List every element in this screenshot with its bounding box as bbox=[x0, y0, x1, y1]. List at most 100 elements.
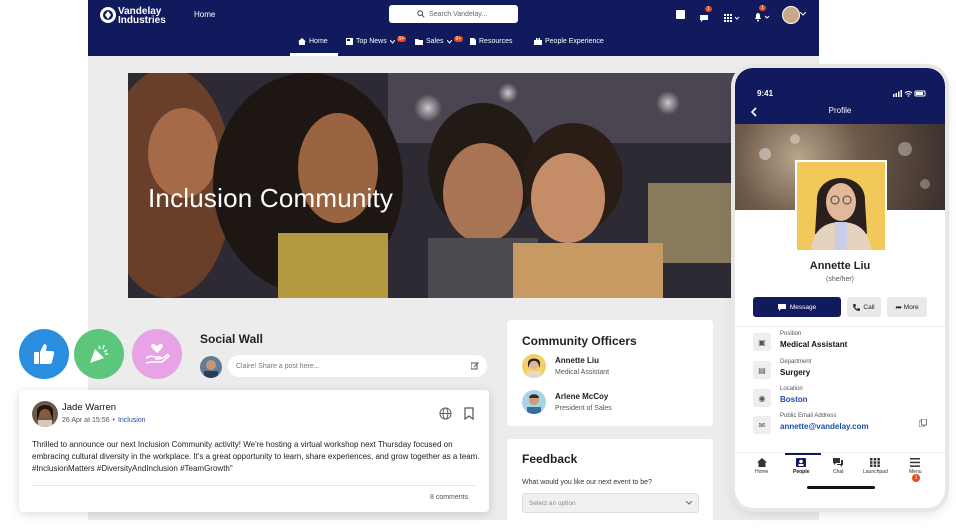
post-author-name[interactable]: Jade Warren bbox=[62, 402, 116, 413]
post-comments-count[interactable]: 8 comments bbox=[430, 494, 468, 501]
edit-icon[interactable] bbox=[471, 362, 479, 370]
nav-badge: 9+ bbox=[396, 35, 407, 42]
composer-placeholder: Claire! Share a post here... bbox=[236, 362, 320, 370]
folder-icon bbox=[415, 39, 423, 45]
people-icon bbox=[796, 458, 807, 467]
chat-badge: 1 bbox=[705, 6, 712, 12]
notifications-bell-icon[interactable]: 1 bbox=[754, 5, 770, 27]
post-body: Thrilled to announce our next Inclusion … bbox=[32, 440, 480, 473]
call-button-label: Call bbox=[863, 303, 875, 311]
nav-item-resources[interactable]: Resources bbox=[470, 38, 512, 45]
user-avatar[interactable] bbox=[782, 6, 800, 24]
field-label: Public Email Address bbox=[780, 413, 837, 419]
feedback-select[interactable]: Select an option bbox=[522, 493, 699, 513]
brand-logo-icon[interactable] bbox=[100, 7, 116, 23]
field-label: Department bbox=[780, 359, 812, 365]
profile-pronouns: (she/her) bbox=[825, 276, 854, 283]
nav-item-sales[interactable]: Sales 9+ bbox=[415, 35, 464, 45]
more-button[interactable]: ••• More bbox=[887, 297, 927, 317]
nav-badge: 9+ bbox=[453, 35, 464, 42]
nav-item-top-news[interactable]: Top News 9+ bbox=[346, 35, 407, 45]
heart-hand-icon bbox=[145, 343, 170, 364]
field-label: Location bbox=[780, 386, 803, 392]
officer-name[interactable]: Arlene McCoy bbox=[555, 392, 608, 401]
top-bar: Vandelay Industries Home Search Vandelay… bbox=[88, 0, 819, 32]
nav-label: Sales bbox=[426, 38, 444, 45]
tab-label: People bbox=[793, 469, 810, 475]
building-icon: ▤ bbox=[753, 361, 771, 379]
officer-avatar[interactable] bbox=[522, 390, 546, 414]
hero-title: Inclusion Community bbox=[148, 183, 394, 213]
celebrate-reaction-button[interactable] bbox=[74, 329, 124, 379]
home-indicator bbox=[807, 486, 875, 489]
post-community-link[interactable]: Inclusion bbox=[118, 417, 146, 424]
email-link[interactable]: annette@vandelay.com bbox=[780, 422, 869, 431]
contacts-icon[interactable] bbox=[676, 10, 685, 19]
briefcase-icon: ▣ bbox=[753, 333, 771, 351]
chevron-down-icon bbox=[446, 39, 452, 44]
apps-grid-icon bbox=[870, 458, 881, 467]
divider bbox=[735, 326, 945, 327]
bookmark-icon[interactable] bbox=[464, 407, 474, 420]
phone-time: 9:41 bbox=[757, 89, 774, 98]
officer-role: President of Sales bbox=[555, 405, 612, 412]
tab-launchpad[interactable]: Launchpad bbox=[863, 458, 888, 475]
chat-icon[interactable]: 1 bbox=[699, 6, 712, 22]
profile-photo[interactable] bbox=[795, 160, 887, 252]
feedback-card: Feedback What would you like our next ev… bbox=[507, 439, 713, 520]
mobile-profile-phone: 9:41 Profile Annette Liu (she/her) Messa… bbox=[735, 68, 945, 508]
phone-header-title: Profile bbox=[828, 106, 852, 115]
post-author-avatar[interactable] bbox=[32, 401, 58, 427]
post-timestamp: 26 Apr at 15:56 bbox=[62, 417, 110, 424]
nav-item-home[interactable]: Home bbox=[298, 38, 328, 45]
location-link[interactable]: Boston bbox=[780, 395, 808, 404]
search-icon bbox=[417, 10, 425, 18]
tab-chat[interactable]: Chat bbox=[833, 458, 844, 475]
chevron-down-icon[interactable] bbox=[800, 12, 806, 16]
top-home-link[interactable]: Home bbox=[194, 10, 215, 19]
copy-icon[interactable] bbox=[919, 419, 927, 427]
chevron-down-icon bbox=[686, 501, 692, 505]
profile-name: Annette Liu bbox=[809, 260, 871, 272]
officer-avatar[interactable] bbox=[522, 354, 546, 378]
call-button[interactable]: Call bbox=[847, 297, 881, 317]
chevron-down-icon bbox=[389, 39, 395, 44]
composer-avatar bbox=[200, 356, 222, 378]
tab-menu[interactable]: Menu bbox=[909, 458, 922, 475]
chat-icon bbox=[833, 458, 844, 467]
officers-title: Community Officers bbox=[522, 334, 637, 348]
field-label: Position bbox=[780, 331, 802, 337]
message-icon bbox=[777, 303, 786, 311]
hero-banner: Inclusion Community bbox=[128, 73, 778, 298]
briefcase-icon bbox=[534, 38, 542, 45]
post-composer-input[interactable]: Claire! Share a post here... bbox=[228, 355, 487, 377]
like-reaction-button[interactable] bbox=[19, 329, 69, 379]
tab-home[interactable]: Home bbox=[755, 458, 768, 475]
globe-icon[interactable] bbox=[439, 407, 452, 420]
message-button-label: Message bbox=[789, 303, 817, 311]
menu-badge: 1 bbox=[912, 474, 920, 482]
nav-item-people-experience[interactable]: People Experience bbox=[534, 38, 604, 45]
apps-grid-icon[interactable] bbox=[724, 10, 740, 28]
party-popper-icon bbox=[90, 344, 108, 363]
brand-name: Vandelay Industries bbox=[118, 6, 166, 26]
field-value: Medical Assistant bbox=[780, 340, 848, 349]
status-icons bbox=[893, 90, 926, 97]
tab-active-indicator bbox=[785, 453, 821, 455]
message-button[interactable]: Message bbox=[753, 297, 841, 317]
post-divider bbox=[32, 485, 475, 486]
search-input[interactable]: Search Vandelay... bbox=[389, 5, 518, 23]
tab-bar-divider bbox=[735, 452, 945, 453]
nav-label: Resources bbox=[479, 38, 513, 45]
hamburger-menu-icon bbox=[910, 458, 921, 467]
select-placeholder: Select an option bbox=[529, 499, 576, 507]
field-value: Surgery bbox=[780, 368, 811, 377]
love-reaction-button[interactable] bbox=[132, 329, 182, 379]
officer-role: Medical Assistant bbox=[555, 369, 610, 376]
post-meta-separator: • bbox=[112, 417, 115, 424]
thumbs-up-icon bbox=[34, 344, 55, 364]
post-card: Jade Warren 26 Apr at 15:56 • Inclusion … bbox=[19, 390, 489, 512]
tab-people[interactable]: People bbox=[793, 458, 809, 475]
officer-name[interactable]: Annette Liu bbox=[555, 356, 599, 365]
search-placeholder: Search Vandelay... bbox=[429, 10, 488, 18]
